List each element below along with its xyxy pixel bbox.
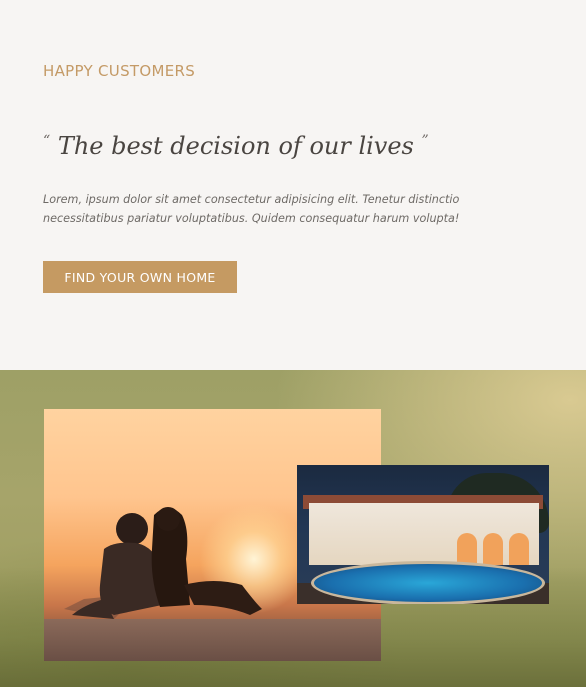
villa-arch [457,533,477,565]
testimonial-section: HAPPY CUSTOMERS “ The best decision of o… [0,0,586,370]
swimming-pool [311,561,545,604]
rooftop-ledge [44,619,381,661]
quote-text: The best decision of our lives [57,132,414,160]
villa-pool-photo [297,465,549,604]
find-home-button[interactable]: FIND YOUR OWN HOME [43,261,237,293]
quote-close-mark: ” [421,133,429,149]
villa-arch [509,533,529,565]
quote-open-mark: “ [43,133,51,149]
testimonial-quote: “ The best decision of our lives ” [43,132,429,160]
section-eyebrow: HAPPY CUSTOMERS [43,62,196,80]
villa-building [309,503,539,565]
testimonial-body: Lorem, ipsum dolor sit amet consectetur … [43,193,460,225]
villa-arch [483,533,503,565]
